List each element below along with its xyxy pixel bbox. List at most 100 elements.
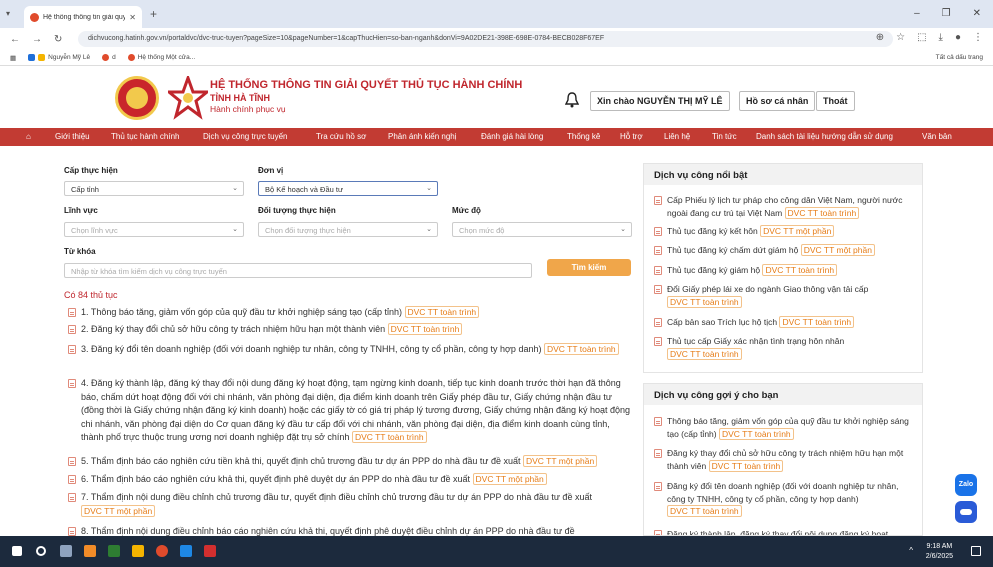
suggested-item[interactable]: Đăng ký đổi tên doanh nghiệp (đối với do…: [654, 480, 912, 518]
excel-icon[interactable]: [108, 545, 120, 557]
nav-gioi-thieu[interactable]: Giới thiệu: [55, 132, 90, 141]
featured-item-title[interactable]: Cấp bản sao Trích lục hộ tịch: [667, 317, 777, 327]
taskbar-clock[interactable]: 9:18 AM 2/6/2025: [926, 542, 953, 562]
file-explorer-icon[interactable]: [132, 545, 144, 557]
featured-item[interactable]: Thủ tục đăng ký kết hôn DVC TT một phần: [654, 225, 912, 238]
featured-item-title[interactable]: Thủ tục cấp Giấy xác nhận tình trạng hôn…: [667, 336, 844, 346]
featured-item-title[interactable]: Đổi Giấy phép lái xe do ngành Giao thông…: [667, 284, 868, 294]
windows-start-icon[interactable]: [12, 546, 22, 556]
bookmark-2[interactable]: d: [102, 54, 116, 61]
bookmark-1[interactable]: Nguyễn Mỹ Lê: [28, 54, 90, 61]
featured-item[interactable]: Thủ tục đăng ký chấm dứt giám hộ DVC TT …: [654, 244, 912, 257]
procedure-title[interactable]: 2. Đăng ký thay đổi chủ sở hữu công ty t…: [81, 324, 385, 334]
app-icon[interactable]: [204, 545, 216, 557]
zoom-icon[interactable]: ⊕: [876, 32, 884, 43]
new-tab-icon[interactable]: +: [150, 7, 157, 21]
nav-thong-ke[interactable]: Thống kê: [567, 132, 600, 141]
muc-do-label: Mức độ: [452, 206, 481, 215]
service-level-badge: DVC TT toàn trình: [543, 343, 619, 355]
logout-button[interactable]: Thoát: [816, 91, 855, 111]
download-icon[interactable]: ⤓: [939, 32, 943, 43]
nav-tra-cuu[interactable]: Tra cứu hồ sơ: [316, 132, 366, 141]
zalo-chat-button[interactable]: Zalo: [955, 474, 977, 496]
nav-tin-tuc[interactable]: Tin tức: [712, 132, 737, 141]
nav-lien-he[interactable]: Liên hệ: [664, 132, 690, 141]
suggested-item[interactable]: Thông báo tăng, giảm vốn góp của quỹ đầu…: [654, 415, 912, 440]
browser-icon[interactable]: [156, 545, 168, 557]
featured-item-title[interactable]: Thủ tục đăng ký kết hôn: [667, 226, 758, 236]
url-input[interactable]: dichvucong.hatinh.gov.vn/portaldvc/dvc-t…: [78, 31, 893, 47]
home-icon[interactable]: ⌂: [26, 132, 31, 141]
featured-item-title[interactable]: Thủ tục đăng ký giám hộ: [667, 265, 760, 275]
procedure-item-8[interactable]: 8. Thẩm định nội dung điều chỉnh báo cáo…: [68, 525, 633, 536]
featured-item[interactable]: Thủ tục cấp Giấy xác nhận tình trạng hôn…: [654, 335, 912, 360]
chatbot-icon[interactable]: [955, 501, 977, 523]
nav-phan-anh[interactable]: Phản ánh kiến nghị: [388, 132, 457, 141]
apps-icon[interactable]: ▦: [10, 54, 16, 62]
forward-icon[interactable]: →: [32, 34, 42, 45]
greeting-button[interactable]: Xin chào NGUYỄN THỊ MỸ LÊ: [590, 91, 730, 111]
suggested-item-title[interactable]: Đăng ký thay đổi chủ sở hữu công ty trác…: [667, 448, 903, 471]
reload-icon[interactable]: ↻: [54, 34, 62, 45]
nav-van-ban[interactable]: Văn bản: [922, 132, 952, 141]
nav-thu-tuc[interactable]: Thủ tục hành chính: [111, 132, 180, 141]
star-icon[interactable]: ☆: [896, 32, 905, 43]
tab-list-icon[interactable]: ▾: [6, 9, 10, 18]
notification-center-icon[interactable]: [971, 546, 981, 556]
procedure-item-5[interactable]: 5. Thẩm định báo cáo nghiên cứu tiền khả…: [68, 455, 633, 469]
menu-icon[interactable]: ⋮: [973, 32, 983, 43]
doi-tuong-select[interactable]: Chọn đối tượng thực hiện ⌄: [258, 222, 438, 237]
back-icon[interactable]: ←: [10, 34, 20, 45]
featured-item[interactable]: Cấp Phiếu lý lịch tư pháp cho công dân V…: [654, 194, 912, 219]
nav-tai-lieu[interactable]: Danh sách tài liệu hướng dẫn sử dụng: [756, 132, 893, 141]
suggested-item-title[interactable]: Đăng ký thành lập, đăng ký thay đổi nội …: [667, 528, 888, 535]
procedure-item-7[interactable]: 7. Thẩm định nội dung điều chỉnh chủ trư…: [68, 491, 633, 518]
extensions-icon[interactable]: ⬚: [917, 32, 926, 43]
close-window-icon[interactable]: ✕: [973, 8, 981, 19]
restore-icon[interactable]: ❐: [942, 8, 951, 19]
all-bookmarks[interactable]: Tất cả dấu trang: [936, 54, 983, 61]
cap-thuc-hien-select[interactable]: Cấp tỉnh ⌄: [64, 181, 244, 196]
featured-item-title[interactable]: Thủ tục đăng ký chấm dứt giám hộ: [667, 245, 798, 255]
windows-taskbar: ^ 9:18 AM 2/6/2025: [0, 536, 993, 567]
bookmark-3[interactable]: Hệ thống Một cửa...: [127, 54, 195, 61]
close-tab-icon[interactable]: ✕: [129, 13, 136, 22]
app-icon[interactable]: [84, 545, 96, 557]
notification-bell-icon[interactable]: [565, 92, 579, 108]
suggested-item[interactable]: Đăng ký thành lập, đăng ký thay đổi nội …: [654, 528, 912, 535]
task-view-icon[interactable]: [60, 545, 72, 557]
keyword-input[interactable]: Nhập từ khóa tìm kiếm dịch vụ công trực …: [64, 263, 532, 278]
procedure-item-6[interactable]: 6. Thẩm định báo cáo nghiên cứu khả thi,…: [68, 473, 633, 487]
procedure-item-3[interactable]: 3. Đăng ký đổi tên doanh nghiệp (đối với…: [68, 343, 633, 357]
browser-tab[interactable]: Hệ thống thông tin giải quyết t ✕: [24, 6, 142, 28]
procedure-title[interactable]: 3. Đăng ký đổi tên doanh nghiệp (đối với…: [81, 344, 541, 354]
nav-danh-gia[interactable]: Đánh giá hài lòng: [481, 132, 543, 141]
featured-item[interactable]: Cấp bản sao Trích lục hộ tịch DVC TT toà…: [654, 316, 912, 329]
search-icon[interactable]: [36, 546, 46, 556]
procedure-item-4[interactable]: 4. Đăng ký thành lập, đăng ký thay đổi n…: [68, 377, 633, 445]
suggested-item-title[interactable]: Đăng ký đổi tên doanh nghiệp (đối với do…: [667, 481, 899, 504]
procedure-title[interactable]: 7. Thẩm định nội dung điều chỉnh chủ trư…: [81, 492, 592, 502]
procedure-title[interactable]: 1. Thông báo tăng, giảm vốn góp của quỹ …: [81, 307, 402, 317]
featured-item[interactable]: Đổi Giấy phép lái xe do ngành Giao thông…: [654, 283, 912, 308]
don-vi-select[interactable]: Bộ Kế hoạch và Đầu tư ⌄: [258, 181, 438, 196]
nav-ho-tro[interactable]: Hỗ trợ: [620, 132, 643, 141]
muc-do-select[interactable]: Chọn mức độ ⌄: [452, 222, 632, 237]
linh-vuc-select[interactable]: Chọn lĩnh vực ⌄: [64, 222, 244, 237]
procedure-item-1[interactable]: 1. Thông báo tăng, giảm vốn góp của quỹ …: [68, 306, 633, 320]
chevron-up-icon[interactable]: ^: [909, 546, 913, 555]
minimize-icon[interactable]: –: [914, 8, 920, 19]
featured-item[interactable]: Thủ tục đăng ký giám hộ DVC TT toàn trìn…: [654, 264, 912, 277]
procedure-title[interactable]: 6. Thẩm định báo cáo nghiên cứu khả thi,…: [81, 474, 470, 484]
procedure-item-2[interactable]: 2. Đăng ký thay đổi chủ sở hữu công ty t…: [68, 323, 633, 337]
zalo-taskbar-icon[interactable]: [180, 545, 192, 557]
document-icon: [654, 285, 662, 294]
nav-dvc-truc-tuyen[interactable]: Dịch vụ công trực tuyến: [203, 132, 288, 141]
profile-icon[interactable]: ●: [955, 32, 961, 43]
profile-button[interactable]: Hồ sơ cá nhân: [739, 91, 816, 111]
search-button[interactable]: Tìm kiếm: [547, 259, 631, 276]
procedure-title[interactable]: 8. Thẩm định nội dung điều chỉnh báo cáo…: [81, 526, 575, 536]
chevron-down-icon: ⌄: [232, 185, 238, 192]
suggested-item[interactable]: Đăng ký thay đổi chủ sở hữu công ty trác…: [654, 447, 912, 472]
procedure-title[interactable]: 5. Thẩm định báo cáo nghiên cứu tiền khả…: [81, 456, 520, 466]
